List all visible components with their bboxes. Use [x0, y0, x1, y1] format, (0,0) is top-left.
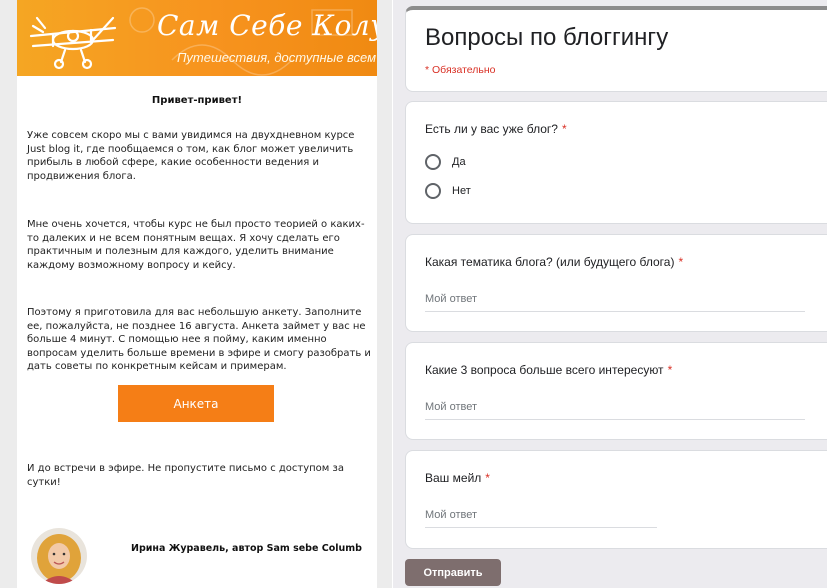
required-note: * Обязательно — [425, 64, 496, 76]
top-questions-answer-input[interactable]: Мой ответ — [425, 401, 805, 420]
question-title: Есть ли у вас уже блог? * — [425, 122, 567, 136]
airplane-logo-icon — [29, 16, 117, 70]
radio-button-icon[interactable] — [425, 154, 441, 170]
required-asterisk: * — [678, 255, 684, 269]
email-body: Сам Себе Колумб Путешествия, доступные в… — [17, 0, 377, 588]
required-asterisk: * — [485, 471, 490, 485]
blog-topic-answer-input[interactable]: Мой ответ — [425, 293, 805, 312]
email-paragraph-4: И до встречи в эфире. Не пропустите пись… — [27, 463, 344, 488]
radio-button-icon[interactable] — [425, 183, 441, 199]
form-header-card: Вопросы по блоггингу * Обязательно — [405, 6, 827, 92]
author-avatar — [31, 528, 87, 584]
question-title: Какие 3 вопроса больше всего интересуют * — [425, 363, 673, 377]
question-card-top-questions: Какие 3 вопроса больше всего интересуют *… — [405, 342, 827, 440]
banner-title: Сам Себе Колумб — [157, 9, 377, 42]
email-signature: Ирина Журавель, автор Sam sebe Columb — [131, 543, 362, 554]
radio-option-no[interactable]: Нет — [425, 183, 471, 199]
email-paragraph-1: Уже совсем скоро мы с вами увидимся на д… — [27, 130, 355, 182]
submit-button[interactable]: Отправить — [405, 559, 501, 586]
question-title: Ваш мейл * — [425, 471, 490, 485]
question-card-email: Ваш мейл * Мой ответ — [405, 450, 827, 549]
radio-label-no: Нет — [452, 185, 471, 197]
email-paragraph-2: Мне очень хочется, чтобы курс не был про… — [27, 219, 365, 271]
question-card-has-blog: Есть ли у вас уже блог? * Да Нет — [405, 101, 827, 224]
required-asterisk: * — [561, 122, 567, 136]
question-title: Какая тематика блога? (или будущего блог… — [425, 255, 684, 269]
form-title: Вопросы по блоггингу — [425, 24, 669, 51]
email-banner: Сам Себе Колумб Путешествия, доступные в… — [17, 0, 377, 76]
email-greeting: Привет-привет! — [151, 95, 243, 106]
email-paragraph-3: Поэтому я приготовила для вас небольшую … — [27, 307, 371, 372]
banner-subtitle: Путешествия, доступные всем — [177, 50, 377, 65]
radio-label-yes: Да — [452, 156, 466, 168]
survey-link-button[interactable]: Анкета — [118, 385, 274, 422]
question-card-blog-topic: Какая тематика блога? (или будущего блог… — [405, 234, 827, 332]
required-asterisk: * — [667, 363, 673, 377]
email-preview-panel: Сам Себе Колумб Путешествия, доступные в… — [0, 0, 392, 588]
email-answer-input[interactable]: Мой ответ — [425, 509, 657, 528]
radio-option-yes[interactable]: Да — [425, 154, 466, 170]
